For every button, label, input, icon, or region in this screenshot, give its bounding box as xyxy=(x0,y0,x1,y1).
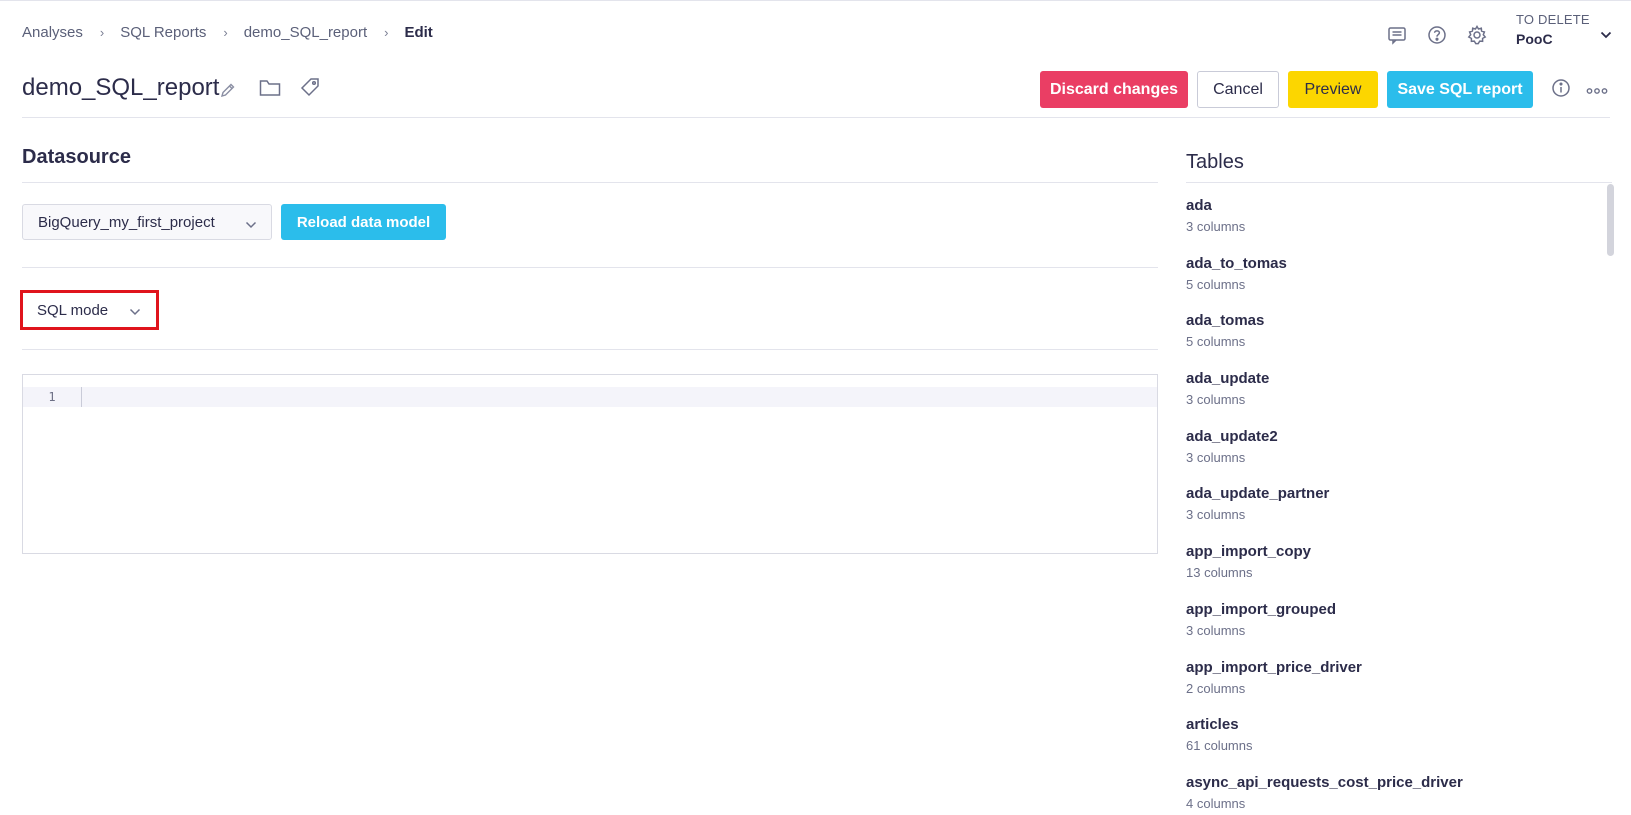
workspace-label: TO DELETE xyxy=(1516,12,1590,27)
table-list-item[interactable]: ada_update2 3 columns xyxy=(1186,428,1606,486)
mode-select-value: SQL mode xyxy=(37,301,109,319)
table-list-item[interactable]: ada_to_tomas 5 columns xyxy=(1186,255,1606,313)
table-name: ada_tomas xyxy=(1186,312,1265,330)
table-name: ada_update_partner xyxy=(1186,485,1330,503)
table-column-count: 61 columns xyxy=(1186,738,1253,754)
tag-icon[interactable] xyxy=(300,77,320,102)
line-number: 1 xyxy=(48,390,56,404)
datasource-heading: Datasource xyxy=(22,146,131,168)
divider xyxy=(1186,182,1612,183)
table-list-item[interactable]: ada 3 columns xyxy=(1186,197,1606,255)
comment-icon[interactable] xyxy=(1384,22,1410,48)
table-list-item[interactable]: app_import_price_driver 2 columns xyxy=(1186,659,1606,717)
table-name: app_import_price_driver xyxy=(1186,658,1362,676)
table-list-item[interactable]: articles 61 columns xyxy=(1186,716,1606,774)
table-name: app_import_grouped xyxy=(1186,600,1337,618)
chevron-right-icon: › xyxy=(223,25,228,40)
table-list-item[interactable]: app_import_copy 13 columns xyxy=(1186,543,1606,601)
table-column-count: 3 columns xyxy=(1186,219,1246,234)
help-icon[interactable] xyxy=(1424,22,1450,48)
folder-icon[interactable] xyxy=(259,79,281,102)
mode-select[interactable]: SQL mode xyxy=(22,292,156,328)
table-column-count: 3 columns xyxy=(1186,507,1246,523)
divider xyxy=(22,182,1158,183)
divider xyxy=(22,349,1158,350)
table-name: ada_update2 xyxy=(1186,427,1278,445)
table-list-item[interactable]: ada_update_partner 3 columns xyxy=(1186,485,1606,543)
table-name: ada_update xyxy=(1186,370,1270,388)
info-icon[interactable] xyxy=(1551,78,1571,103)
top-rule xyxy=(0,0,1631,1)
chevron-down-icon xyxy=(245,216,257,233)
breadcrumb-current: Edit xyxy=(404,24,433,41)
breadcrumb-analyses[interactable]: Analyses xyxy=(22,24,83,41)
title-divider xyxy=(22,117,1610,118)
breadcrumb-sql-reports[interactable]: SQL Reports xyxy=(120,24,206,41)
table-column-count: 3 columns xyxy=(1186,392,1246,408)
table-column-count: 3 columns xyxy=(1186,622,1246,638)
save-sql-report-button[interactable]: Save SQL report xyxy=(1387,71,1533,108)
table-name: articles xyxy=(1186,716,1239,734)
table-list-item[interactable]: app_import_grouped 3 columns xyxy=(1186,601,1606,659)
table-column-count: 5 columns xyxy=(1186,334,1246,350)
datasource-select-value: BigQuery_my_first_project xyxy=(38,213,215,231)
discard-changes-button[interactable]: Discard changes xyxy=(1040,71,1188,108)
table-column-count: 3 columns xyxy=(1186,449,1246,465)
table-column-count: 2 columns xyxy=(1186,680,1246,696)
editor-cursor xyxy=(81,387,82,407)
pencil-icon[interactable] xyxy=(220,82,236,103)
chevron-down-icon xyxy=(1600,26,1612,44)
more-options-icon[interactable] xyxy=(1586,82,1608,100)
table-column-count: 13 columns xyxy=(1186,565,1253,581)
preview-button[interactable]: Preview xyxy=(1288,71,1378,108)
settings-icon[interactable] xyxy=(1464,22,1490,48)
breadcrumb-report[interactable]: demo_SQL_report xyxy=(244,24,367,41)
divider xyxy=(22,267,1158,268)
table-list-item[interactable]: ada_update 3 columns xyxy=(1186,370,1606,428)
table-column-count: 4 columns xyxy=(1186,795,1246,811)
cancel-button[interactable]: Cancel xyxy=(1197,71,1279,108)
editor-active-line xyxy=(23,387,1157,407)
sql-editor[interactable]: 1 xyxy=(22,374,1158,554)
table-list-item[interactable]: ada_tomas 5 columns xyxy=(1186,312,1606,370)
table-column-count: 5 columns xyxy=(1186,276,1246,292)
title-row: demo_SQL_report Discard changes Cancel P… xyxy=(0,62,1631,118)
top-header: Analyses › SQL Reports › demo_SQL_report… xyxy=(0,4,1631,56)
reload-data-model-button[interactable]: Reload data model xyxy=(281,204,446,240)
table-list-item[interactable]: async_api_requests_cost_price_driver 4 c… xyxy=(1186,774,1606,815)
tables-list: ada 3 columns ada_to_tomas 5 columns ada… xyxy=(1186,197,1606,815)
table-name: app_import_copy xyxy=(1186,543,1312,561)
breadcrumb: Analyses › SQL Reports › demo_SQL_report… xyxy=(22,24,433,41)
tables-heading: Tables xyxy=(1186,151,1244,173)
tables-scrollbar[interactable] xyxy=(1607,184,1614,256)
chevron-right-icon: › xyxy=(99,25,105,40)
table-name: ada_to_tomas xyxy=(1186,254,1287,272)
workspace-name: PooC xyxy=(1516,31,1553,47)
chevron-right-icon: › xyxy=(384,25,389,40)
chevron-down-icon xyxy=(129,303,141,320)
page-title: demo_SQL_report xyxy=(22,74,220,101)
table-name: ada xyxy=(1186,197,1212,214)
table-name: async_api_requests_cost_price_driver xyxy=(1186,773,1463,791)
workspace-switcher[interactable]: TO DELETE PooC xyxy=(1516,12,1612,47)
header-icons xyxy=(1384,22,1490,48)
datasource-select[interactable]: BigQuery_my_first_project xyxy=(22,204,272,240)
